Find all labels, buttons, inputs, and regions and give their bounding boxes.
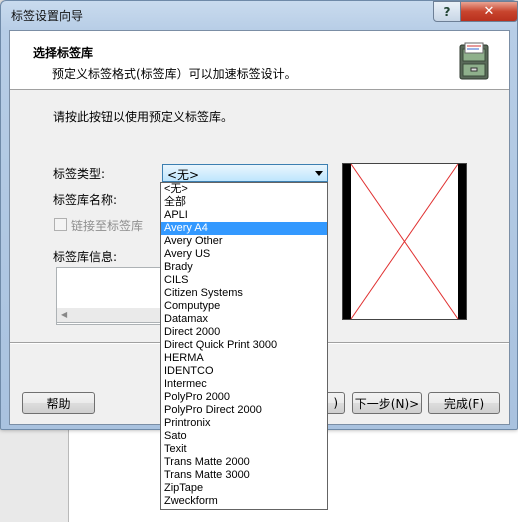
library-info-label: 标签库信息: <box>53 250 118 264</box>
dropdown-option[interactable]: Avery A4 <box>161 222 327 235</box>
instruction-text: 请按此按钮以使用预定义标签库。 <box>53 110 234 124</box>
dropdown-option[interactable]: Intermec <box>161 378 327 391</box>
dropdown-option[interactable]: PolyPro Direct 2000 <box>161 404 327 417</box>
next-button[interactable]: 下一步(N)> <box>352 392 422 414</box>
dropdown-option[interactable]: APLI <box>161 209 327 222</box>
dropdown-option[interactable]: Trans Matte 2000 <box>161 456 327 469</box>
chevron-down-icon[interactable] <box>315 171 323 176</box>
link-checkbox[interactable] <box>54 218 67 231</box>
dropdown-option[interactable]: ZipTape <box>161 482 327 495</box>
dropdown-option[interactable]: CILS <box>161 274 327 287</box>
dropdown-option[interactable]: IDENTCO <box>161 365 327 378</box>
dropdown-option[interactable]: 全部 <box>161 196 327 209</box>
dropdown-option[interactable]: Citizen Systems <box>161 287 327 300</box>
scroll-left-icon[interactable]: ◀ <box>61 310 67 319</box>
close-button[interactable]: ✕ <box>460 1 518 22</box>
info-horizontal-scrollbar[interactable]: ◀ <box>56 308 176 323</box>
dropdown-option[interactable]: PolyPro 2000 <box>161 391 327 404</box>
dropdown-option[interactable]: Direct Quick Print 3000 <box>161 339 327 352</box>
page-subtitle: 预定义标签格式(标签库）可以加速标签设计。 <box>52 67 297 81</box>
page-title: 选择标签库 <box>33 46 94 60</box>
dropdown-option[interactable]: HERMA <box>161 352 327 365</box>
type-combobox[interactable]: <无> <box>162 164 328 182</box>
dropdown-option[interactable]: Zweckform <box>161 495 327 508</box>
empty-preview-graphic <box>343 164 466 319</box>
label-preview <box>342 163 467 320</box>
wizard-header: 选择标签库 预定义标签格式(标签库）可以加速标签设计。 <box>10 31 509 90</box>
help-button[interactable]: 帮助 <box>22 392 95 414</box>
library-name-label: 标签库名称: <box>53 193 118 207</box>
dropdown-option[interactable]: Sato <box>161 430 327 443</box>
dropdown-option[interactable]: Datamax <box>161 313 327 326</box>
dropdown-option[interactable]: <无> <box>161 183 327 196</box>
file-cabinet-icon <box>459 42 489 80</box>
window-title: 标签设置向导 <box>11 9 84 23</box>
dropdown-option[interactable]: Brady <box>161 261 327 274</box>
dropdown-option[interactable]: Direct 2000 <box>161 326 327 339</box>
dropdown-option[interactable]: Avery US <box>161 248 327 261</box>
help-title-button[interactable]: ? <box>433 1 461 22</box>
type-combobox-value: <无> <box>167 168 200 182</box>
dropdown-option[interactable]: Avery Other <box>161 235 327 248</box>
background-panel <box>0 425 68 522</box>
dropdown-option[interactable]: Printronix <box>161 417 327 430</box>
dropdown-option[interactable]: Trans Matte 3000 <box>161 469 327 482</box>
finish-button[interactable]: 完成(F) <box>428 392 500 414</box>
dropdown-option[interactable]: Computype <box>161 300 327 313</box>
dropdown-option[interactable]: Texit <box>161 443 327 456</box>
type-dropdown-list[interactable]: <无> 全部 APLI Avery A4 Avery Other Avery US Brad… <box>160 182 328 510</box>
type-label: 标签类型: <box>53 167 106 181</box>
link-checkbox-label: 链接至标签库 <box>71 219 144 233</box>
